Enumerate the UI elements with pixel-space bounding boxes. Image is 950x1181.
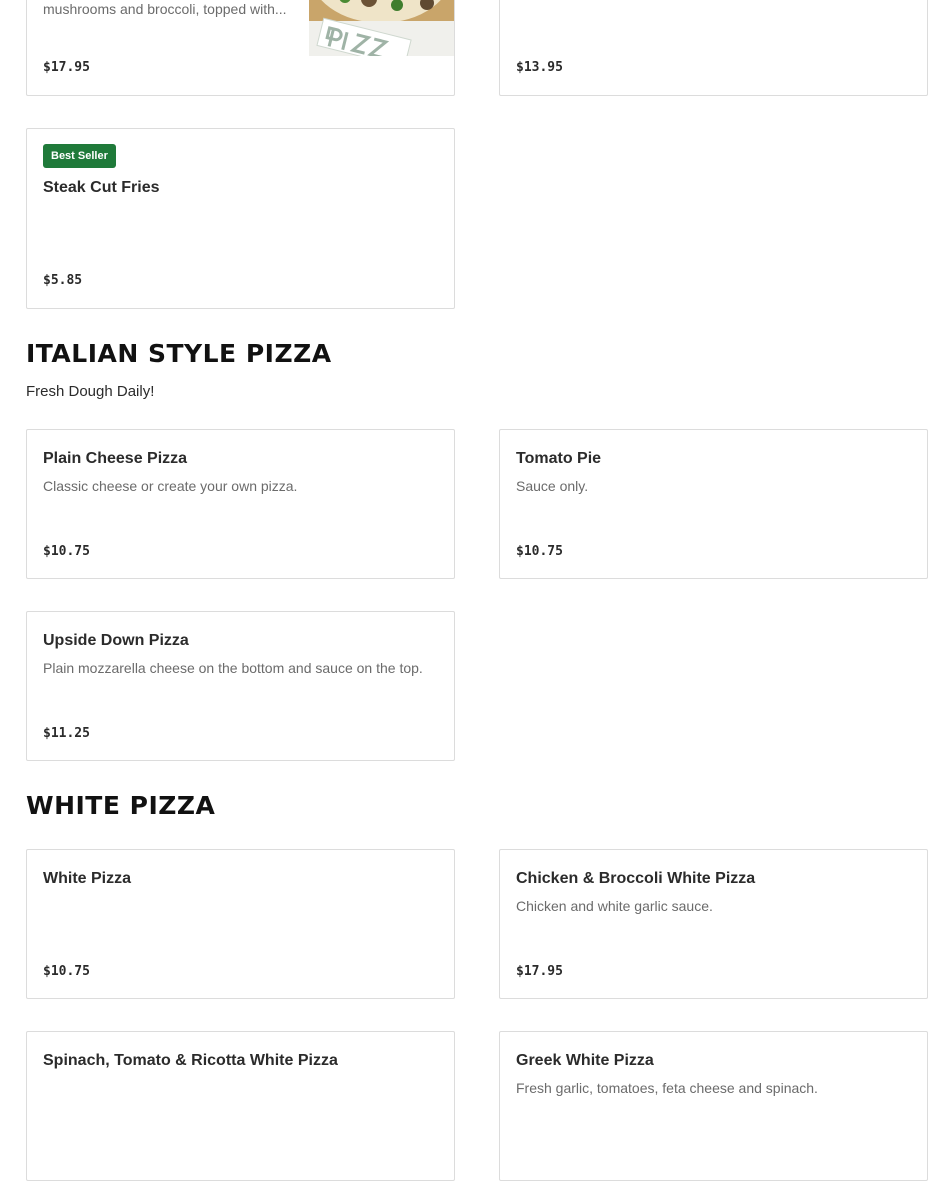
- item-name: Spinach, Tomato & Ricotta White Pizza: [43, 1052, 338, 1069]
- item-name: Greek White Pizza: [516, 1052, 654, 1069]
- section-subtitle: Fresh Dough Daily!: [26, 383, 155, 400]
- item-description: Fresh garlic, tomatoes, feta cheese and …: [516, 1080, 818, 1096]
- section-title: ITALIAN STYLE PIZZA: [26, 339, 332, 368]
- item-name: Tomato Pie: [516, 450, 602, 467]
- item-price: $17.95: [43, 60, 90, 75]
- item-name: White Pizza: [43, 870, 132, 887]
- menu-item-card[interactable]: mushrooms and broccoli, topped with... $…: [26, 0, 455, 96]
- item-description: Classic cheese or create your own pizza.: [43, 478, 298, 494]
- menu-item-card[interactable]: Upside Down Pizza Plain mozzarella chees…: [26, 611, 455, 761]
- item-price: $13.95: [516, 60, 563, 75]
- item-name: Chicken & Broccoli White Pizza: [516, 870, 756, 887]
- menu-item-card[interactable]: Spinach, Tomato & Ricotta White Pizza: [26, 1031, 455, 1181]
- item-price: $10.75: [43, 544, 90, 559]
- menu-item-card[interactable]: Plain Cheese Pizza Classic cheese or cre…: [26, 429, 455, 579]
- item-name: Plain Cheese Pizza: [43, 450, 188, 467]
- menu-item-card[interactable]: Tomato Pie Sauce only. $10.75: [499, 429, 928, 579]
- menu-item-card[interactable]: $13.95: [499, 0, 928, 96]
- item-description: Chicken and white garlic sauce.: [516, 898, 713, 914]
- menu-item-card[interactable]: Chicken & Broccoli White Pizza Chicken a…: [499, 849, 928, 999]
- menu-item-card[interactable]: Greek White Pizza Fresh garlic, tomatoes…: [499, 1031, 928, 1181]
- item-price: $5.85: [43, 273, 83, 288]
- item-description: mushrooms and broccoli, topped with...: [43, 1, 287, 17]
- item-price: $17.95: [516, 964, 563, 979]
- menu-item-card[interactable]: White Pizza $10.75: [26, 849, 455, 999]
- best-seller-badge: Best Seller: [43, 144, 116, 168]
- item-name: Steak Cut Fries: [43, 179, 160, 196]
- item-description: Sauce only.: [516, 478, 589, 494]
- item-price: $10.75: [43, 964, 90, 979]
- item-price: $10.75: [516, 544, 563, 559]
- section-title: WHITE PIZZA: [26, 791, 216, 820]
- menu-item-card[interactable]: Best Seller Steak Cut Fries $5.85: [26, 128, 455, 309]
- item-description: Plain mozzarella cheese on the bottom an…: [43, 660, 423, 676]
- item-price: $11.25: [43, 726, 90, 741]
- item-name: Upside Down Pizza: [43, 632, 189, 649]
- pizza-photo: [309, 0, 454, 56]
